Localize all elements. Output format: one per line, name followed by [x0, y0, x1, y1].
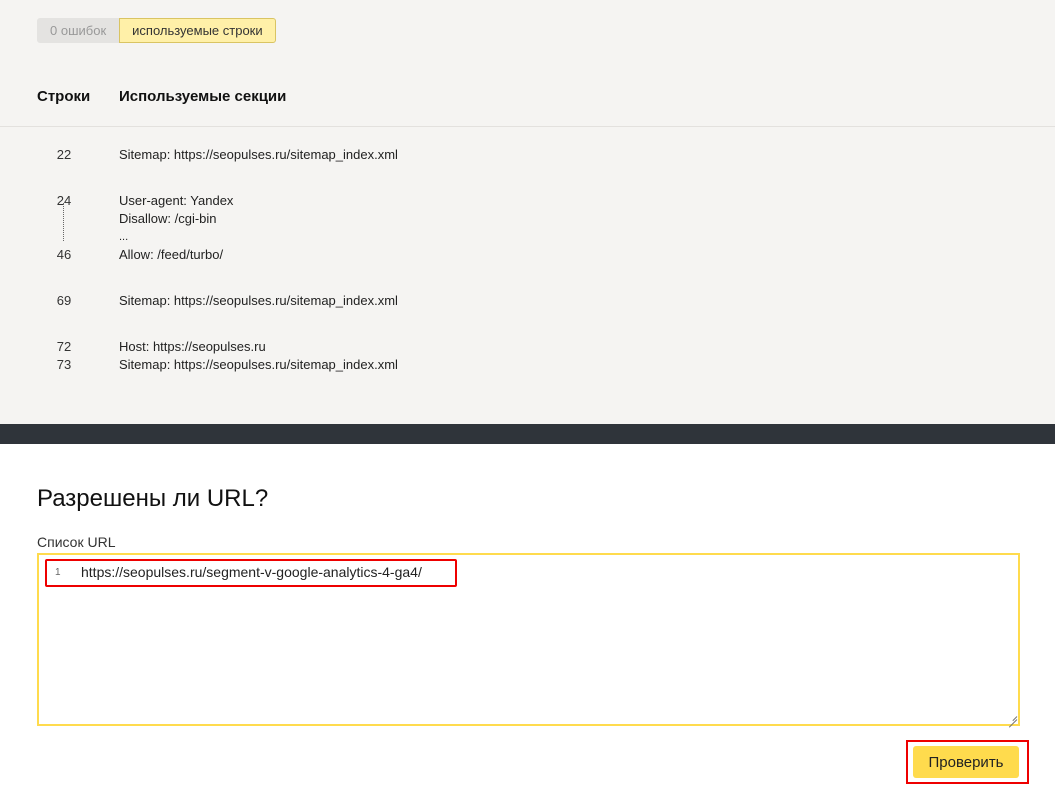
url-list-label: Список URL: [37, 534, 116, 550]
line-number: 24: [56, 193, 72, 208]
header-divider: [0, 126, 1055, 127]
directive-text: Host: https://seopulses.ru: [119, 339, 266, 354]
line-number: 46: [56, 247, 72, 262]
editor-line-highlight: 1 https://seopulses.ru/segment-v-google-…: [45, 559, 457, 587]
directive-text: Disallow: /cgi-bin: [119, 211, 217, 226]
resize-handle-icon[interactable]: [1007, 713, 1017, 723]
url-check-title: Разрешены ли URL?: [37, 485, 269, 512]
filter-tabs: 0 ошибок используемые строки: [37, 18, 276, 43]
filter-tab-used-lines[interactable]: используемые строки: [119, 18, 276, 43]
editor-line-number: 1: [55, 567, 61, 578]
directive-text: Allow: /feed/turbo/: [119, 247, 224, 262]
directive-text: Sitemap: https://seopulses.ru/sitemap_in…: [119, 357, 398, 372]
url-list-input[interactable]: 1 https://seopulses.ru/segment-v-google-…: [37, 553, 1020, 726]
directive-ellipsis: ...: [119, 231, 129, 243]
line-number: 69: [56, 293, 72, 308]
directive-text: Sitemap: https://seopulses.ru/sitemap_in…: [119, 293, 398, 308]
check-button[interactable]: Проверить: [913, 746, 1019, 778]
filter-tab-errors[interactable]: 0 ошибок: [37, 18, 120, 43]
column-header-sections: Используемые секции: [119, 88, 287, 105]
section-separator-bar: [0, 424, 1055, 444]
line-number: 22: [56, 147, 72, 162]
editor-line-url[interactable]: https://seopulses.ru/segment-v-google-an…: [81, 564, 422, 580]
column-header-lines: Строки: [37, 88, 91, 105]
line-number: 73: [56, 357, 72, 372]
directive-text: Sitemap: https://seopulses.ru/sitemap_in…: [119, 147, 398, 162]
line-range-connector: [63, 203, 64, 241]
directive-text: User-agent: Yandex: [119, 193, 234, 208]
robots-analysis-panel: 0 ошибок используемые строки Строки Испо…: [0, 0, 1055, 424]
line-number: 72: [56, 339, 72, 354]
